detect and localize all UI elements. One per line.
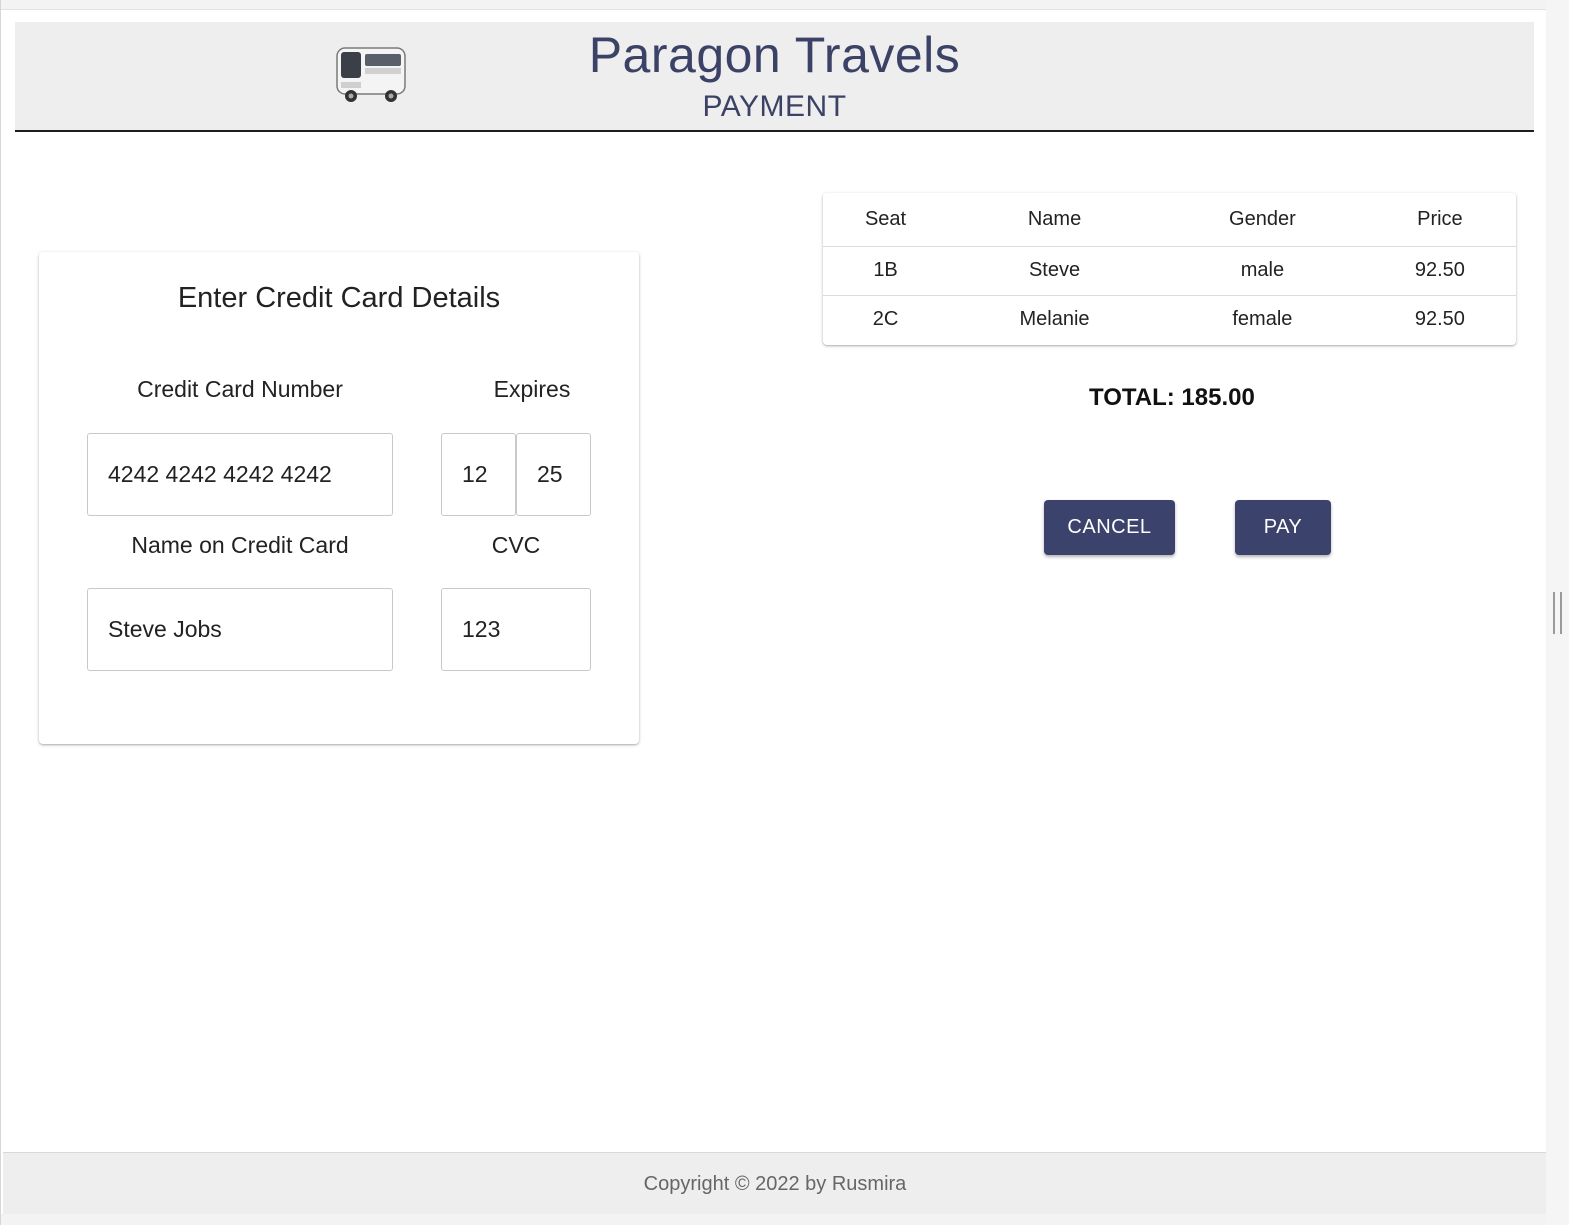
cancel-button[interactable]: CANCEL xyxy=(1044,500,1175,555)
column-header-price: Price xyxy=(1363,193,1516,247)
page-viewport: Paragon Travels PAYMENT Enter Credit Car… xyxy=(0,0,1547,1225)
cell-gender: male xyxy=(1161,246,1364,296)
cell-name: Melanie xyxy=(1019,308,1090,331)
expires-month-input[interactable]: 12 xyxy=(441,433,516,516)
page-header: Paragon Travels PAYMENT xyxy=(15,22,1534,132)
expires-label: Expires xyxy=(493,376,571,402)
expires-year-input[interactable]: 25 xyxy=(516,433,591,516)
credit-card-form: Enter Credit Card Details Credit Card Nu… xyxy=(39,252,639,744)
card-name-label: Name on Credit Card xyxy=(131,532,349,558)
column-header-gender: Gender xyxy=(1161,193,1364,247)
cell-price: 92.50 xyxy=(1363,246,1516,296)
total-amount: TOTAL: 185.00 xyxy=(1089,384,1255,411)
pay-button[interactable]: PAY xyxy=(1235,500,1331,555)
cell-name: Steve xyxy=(948,246,1161,296)
cell-price: 92.50 xyxy=(1414,308,1465,331)
cvc-label: CVC xyxy=(491,532,541,558)
card-number-label: Credit Card Number xyxy=(137,376,343,402)
card-name-input[interactable]: Steve Jobs xyxy=(87,588,393,671)
scrollbar-handle[interactable] xyxy=(1553,592,1562,634)
bottom-strip xyxy=(1,1214,1547,1225)
table-row: 2C Melanie female 92.50 xyxy=(823,295,1516,344)
table-row: 1B Steve male 92.50 xyxy=(823,246,1516,296)
top-strip xyxy=(1,0,1547,10)
cell-gender: female xyxy=(1232,308,1293,331)
page-footer: Copyright © 2022 by Rusmira xyxy=(3,1152,1547,1214)
cell-seat: 1B xyxy=(823,246,949,296)
cvc-input[interactable]: 123 xyxy=(441,588,591,671)
page-subtitle: PAYMENT xyxy=(702,90,847,123)
column-header-name: Name xyxy=(948,193,1161,247)
card-number-input[interactable]: 4242 4242 4242 4242 xyxy=(87,433,393,516)
form-title: Enter Credit Card Details xyxy=(177,282,501,314)
booking-table: Seat Name Gender Price 1B Steve male 92.… xyxy=(823,193,1516,345)
column-header-seat: Seat xyxy=(823,193,949,247)
page-title: Paragon Travels xyxy=(588,27,961,83)
cell-seat: 2C xyxy=(872,308,899,331)
